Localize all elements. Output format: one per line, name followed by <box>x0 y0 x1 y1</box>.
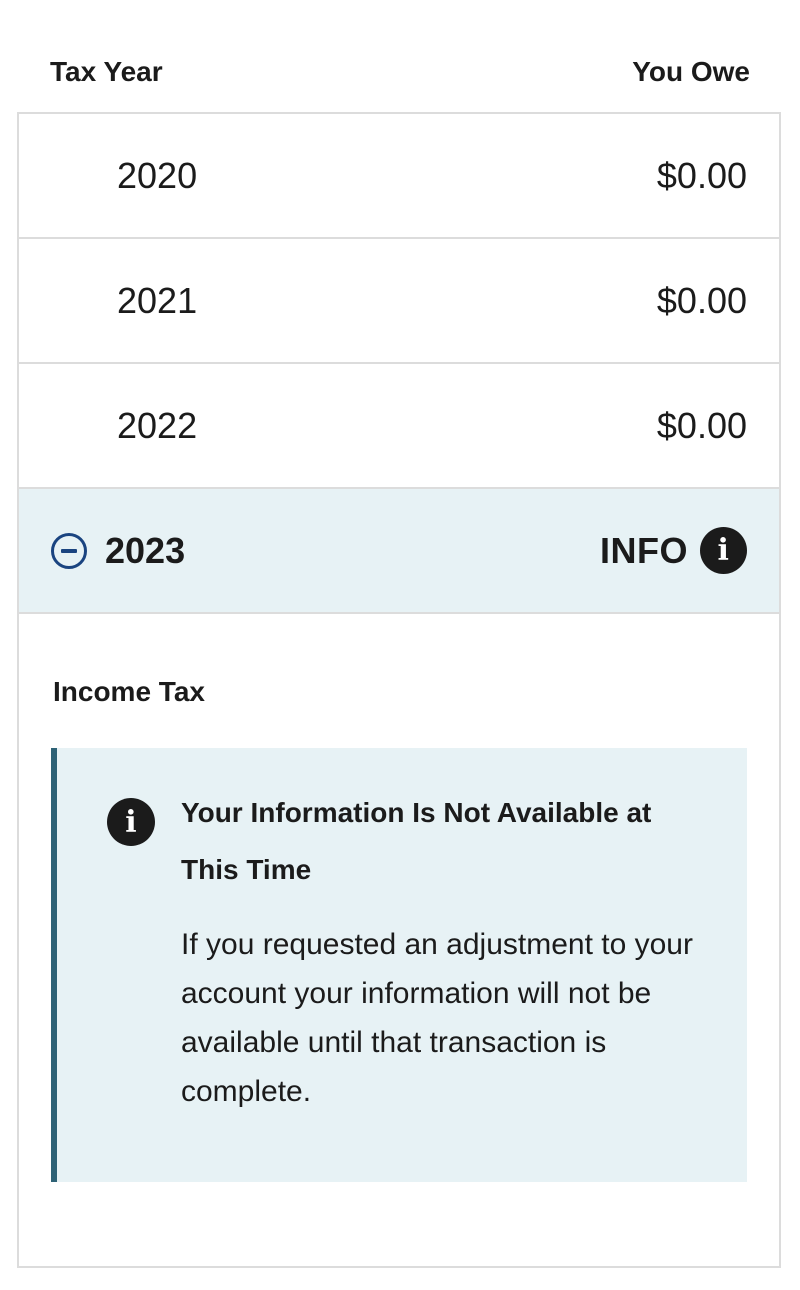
collapse-minus-icon[interactable] <box>51 532 87 569</box>
alert-heading: Your Information Is Not Available at Thi… <box>181 797 652 885</box>
amount-owed-cell: $0.00 <box>656 279 747 321</box>
table-row-2021[interactable]: 2021 $0.00 <box>19 239 779 364</box>
tax-year-column-header: Tax Year <box>50 56 163 87</box>
tax-year-cell: 2023 <box>105 529 186 571</box>
status-label: INFO <box>600 529 688 571</box>
table-row-2023-expanded[interactable]: 2023 INFO i <box>19 489 779 614</box>
tax-year-cell: 2021 <box>117 279 198 321</box>
expanded-row-details: Income Tax i Your Information Is Not Ava… <box>19 614 779 1182</box>
alert-message: If you requested an adjustment to your a… <box>181 928 693 1108</box>
info-icon[interactable]: i <box>700 527 747 574</box>
amount-owed-cell: $0.00 <box>656 404 747 446</box>
table-header: Tax Year You Owe <box>50 50 750 94</box>
info-alert: i Your Information Is Not Available at T… <box>51 748 747 1182</box>
tax-years-table: 2020 $0.00 2021 $0.00 2022 $0.00 2023 IN… <box>17 112 781 1268</box>
section-title: Income Tax <box>53 676 205 707</box>
expanded-row-toggle[interactable]: 2023 <box>51 530 185 572</box>
table-row-2020[interactable]: 2020 $0.00 <box>19 114 779 239</box>
table-row-2022[interactable]: 2022 $0.00 <box>19 364 779 489</box>
tax-year-cell: 2022 <box>117 404 198 446</box>
tax-year-cell: 2020 <box>117 154 198 196</box>
you-owe-column-header: You Owe <box>632 56 750 87</box>
info-status[interactable]: INFO i <box>600 527 747 574</box>
alert-body: Your Information Is Not Available at Thi… <box>181 797 707 1182</box>
amount-owed-cell: $0.00 <box>656 154 747 196</box>
info-icon: i <box>107 798 155 846</box>
